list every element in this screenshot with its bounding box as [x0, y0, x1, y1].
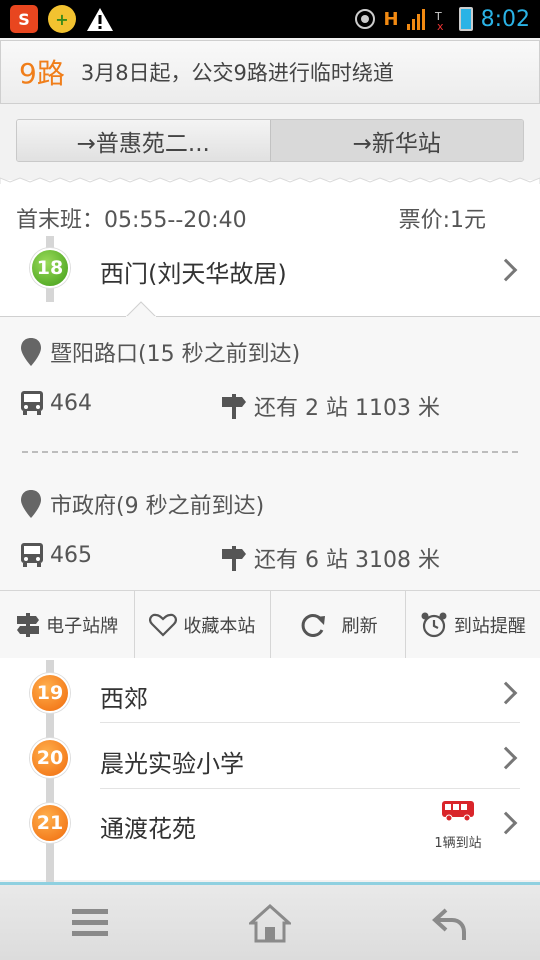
refresh-button[interactable]: 刷新	[271, 591, 406, 658]
plus-app-icon: +	[48, 5, 76, 33]
zigzag-edge	[0, 177, 540, 184]
stop-name: 通渡花苑	[100, 815, 196, 843]
signpost-icon	[17, 612, 40, 637]
refresh-icon	[301, 613, 325, 637]
row-divider	[100, 788, 520, 789]
bus-divider	[22, 451, 518, 453]
tab-direction-xinhua[interactable]: →新华站	[269, 120, 523, 161]
home-icon	[249, 903, 291, 942]
bus-icon	[21, 391, 43, 415]
bus-arrival-indicator: 1辆到站	[426, 800, 490, 851]
stop-action-bar: 电子站牌 收藏本站 刷新 到站提醒	[0, 590, 540, 658]
service-hours: 首末班：05:55--20:40	[16, 208, 247, 233]
red-bus-icon	[442, 801, 474, 822]
warning-icon	[87, 8, 113, 31]
direction-tabs: →普惠苑二... →新华站	[16, 119, 524, 162]
stop-name: 西郊	[100, 685, 148, 713]
network-type-label: H	[383, 8, 399, 30]
menu-icon	[72, 908, 108, 936]
detour-notice[interactable]: 9路 3月8日起，公交9路进行临时绕道	[0, 40, 540, 104]
back-arrow-icon	[432, 908, 466, 940]
map-pin-icon	[21, 338, 41, 366]
stop-name: 西门(刘天华故居)	[100, 260, 287, 288]
signpost-icon	[222, 394, 246, 419]
remaining-distance: 还有 2 站 1103 米	[220, 390, 440, 422]
stop-number-badge: 21	[30, 803, 70, 843]
status-bar: S + H Tx 8:02	[0, 0, 540, 38]
svg-text:x: x	[437, 20, 444, 30]
panel-pointer	[126, 301, 156, 318]
e-stop-board-button[interactable]: 电子站牌	[0, 591, 136, 658]
stop-number-badge: 19	[30, 673, 70, 713]
clock-time: 8:02	[480, 6, 530, 32]
alarm-clock-icon	[421, 612, 447, 637]
fare-price: 票价:1元	[398, 208, 486, 233]
menu-button[interactable]	[0, 885, 180, 960]
app-notification-icon: S	[10, 5, 38, 33]
no-sim-icon: Tx	[434, 10, 444, 30]
row-divider	[100, 722, 520, 723]
bus-plate: 464	[20, 390, 92, 416]
schedule-info: 首末班：05:55--20:40 票价:1元	[16, 202, 486, 234]
tab-direction-puhuiyuan[interactable]: →普惠苑二...	[17, 120, 270, 161]
stop-number-badge: 18	[30, 248, 70, 288]
back-button[interactable]	[360, 885, 540, 960]
arrival-count: 1辆到站	[434, 836, 482, 851]
home-button[interactable]	[180, 885, 360, 960]
data-sync-icon	[354, 9, 375, 29]
heart-icon	[149, 613, 178, 637]
map-pin-icon	[21, 490, 41, 518]
stop-number-badge: 20	[30, 738, 70, 778]
stop-name: 晨光实验小学	[100, 750, 244, 778]
bus-location: 暨阳路口(15 秒之前到达)	[20, 336, 300, 368]
remaining-distance: 还有 6 站 3108 米	[220, 542, 440, 574]
arrival-alert-button[interactable]: 到站提醒	[406, 591, 540, 658]
bus-plate: 465	[20, 542, 92, 568]
bus-icon	[21, 543, 43, 567]
route-number: 9路	[19, 57, 65, 90]
signal-icon	[406, 9, 425, 30]
battery-icon	[458, 7, 473, 31]
bottom-nav-bar	[0, 882, 540, 960]
signpost-icon	[222, 546, 246, 571]
bus-location: 市政府(9 秒之前到达)	[20, 488, 264, 520]
notice-message: 3月8日起，公交9路进行临时绕道	[80, 61, 394, 85]
favorite-stop-button[interactable]: 收藏本站	[135, 591, 271, 658]
